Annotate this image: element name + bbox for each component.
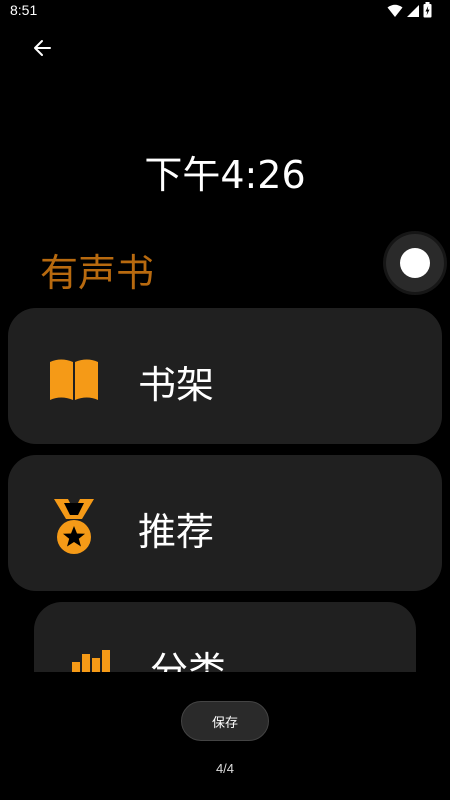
menu-item-bookshelf[interactable]: 书架 [8,308,442,444]
status-icons [387,2,432,22]
status-time: 8:51 [10,2,38,18]
menu-item-label: 书架 [138,363,215,407]
app-title: 有声书 [40,251,155,295]
menu-list[interactable]: 书架 推荐 分类 [0,300,450,672]
books-category-icon [70,644,116,672]
menu-item-label: 推荐 [138,510,215,554]
save-button[interactable]: 保存 [181,701,269,741]
menu-item-category[interactable]: 分类 [34,602,416,672]
wifi-icon [387,3,403,22]
back-button[interactable] [24,32,60,68]
menu-item-label: 分类 [150,649,227,672]
battery-icon [423,2,432,22]
watch-time: 下午4:26 [144,153,306,197]
page-indicator: 4/4 [215,761,235,776]
medal-star-icon [46,499,102,555]
arrow-left-icon [33,39,51,61]
toggle-dot [400,248,430,278]
menu-item-recommend[interactable]: 推荐 [8,455,442,591]
status-bar: 8:51 [0,0,450,24]
floating-toggle-button[interactable] [386,234,444,292]
signal-icon [406,3,420,22]
open-book-icon [46,352,102,408]
